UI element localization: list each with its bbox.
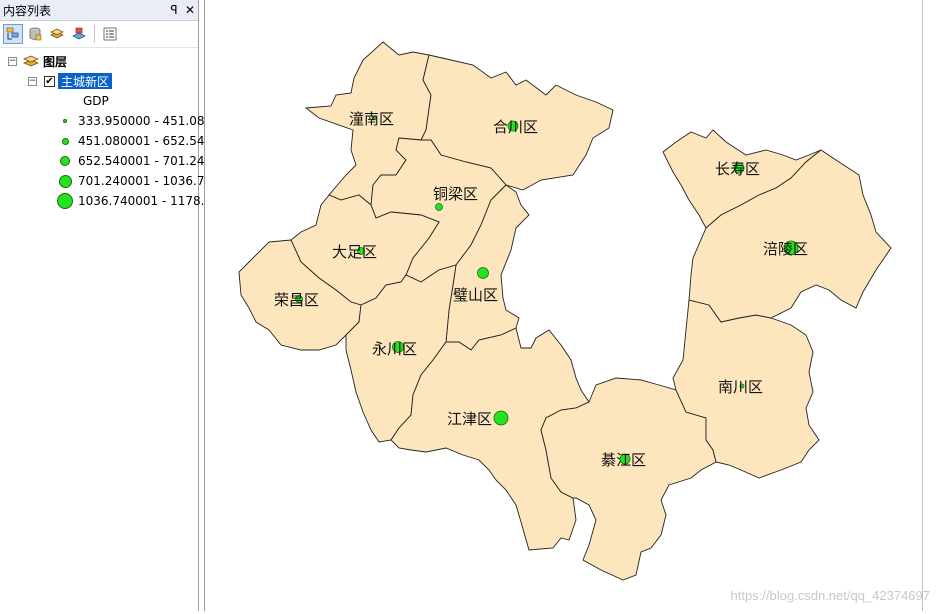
- district-label: 江津区: [447, 410, 492, 428]
- collapse-layer-icon[interactable]: −: [28, 76, 37, 86]
- district-label: 大足区: [332, 243, 377, 261]
- layers-icon: [23, 55, 39, 67]
- legend-symbol-icon: [63, 119, 67, 123]
- legend-field-row: GDP: [83, 92, 109, 110]
- gdp-symbol-bishan[interactable]: [477, 267, 489, 279]
- map-canvas[interactable]: 潼南区 合川区 铜梁区 大足区 荣昌区 璧山区 永川区 江津区 綦江区 南川区 …: [205, 0, 923, 611]
- gdp-symbol-tongliang[interactable]: [435, 203, 443, 211]
- district-label: 合川区: [493, 118, 538, 136]
- legend-field-label: GDP: [83, 94, 109, 108]
- toolbar-separator: [94, 25, 95, 43]
- layer-visibility-checkbox[interactable]: ✔: [44, 75, 55, 87]
- district-label: 璧山区: [453, 286, 498, 304]
- root-layers-row: − 图层: [8, 52, 67, 70]
- collapse-root-icon[interactable]: −: [8, 56, 17, 66]
- toc-title-bar: 内容列表 ꟼ ✕: [0, 0, 198, 21]
- toc-title: 内容列表: [3, 3, 52, 18]
- district-label: 长寿区: [715, 160, 760, 178]
- list-by-source-icon[interactable]: [25, 24, 45, 44]
- layer-row[interactable]: − ✔ 主城新区: [28, 72, 113, 90]
- district-label: 铜梁区: [433, 185, 478, 203]
- district-label: 南川区: [718, 378, 763, 396]
- list-by-visibility-icon[interactable]: [47, 24, 67, 44]
- district-label: 荣昌区: [274, 291, 319, 309]
- legend-symbol-icon: [58, 174, 72, 188]
- toc-toolbar: [0, 21, 198, 48]
- watermark: https://blog.csdn.net/qq_42374697: [730, 588, 931, 603]
- district-label: 潼南区: [349, 110, 394, 128]
- pin-icon[interactable]: ꟼ: [166, 2, 182, 18]
- root-layers-label: 图层: [43, 54, 68, 69]
- legend-symbol-icon: [57, 193, 73, 209]
- close-icon[interactable]: ✕: [182, 2, 198, 18]
- legend-symbol-icon: [61, 137, 69, 145]
- layer-name[interactable]: 主城新区: [58, 73, 113, 89]
- district-label: 綦江区: [601, 451, 646, 469]
- table-of-contents-panel: 内容列表 ꟼ ✕ − 图层 − ✔ 主城新区 GDP 333.950000 - …: [0, 0, 250, 611]
- gdp-symbol-jiangjin[interactable]: [493, 410, 509, 426]
- map-view[interactable]: 潼南区 合川区 铜梁区 大足区 荣昌区 璧山区 永川区 江津区 綦江区 南川区 …: [204, 0, 936, 611]
- options-icon[interactable]: [100, 24, 120, 44]
- district-label: 永川区: [372, 340, 417, 358]
- legend-symbol-icon: [60, 156, 70, 166]
- district-label: 涪陵区: [763, 240, 808, 258]
- list-by-drawing-order-icon[interactable]: [3, 24, 23, 44]
- list-by-selection-icon[interactable]: [69, 24, 89, 44]
- district-map[interactable]: 潼南区 合川区 铜梁区 大足区 荣昌区 璧山区 永川区 江津区 綦江区 南川区 …: [205, 0, 922, 611]
